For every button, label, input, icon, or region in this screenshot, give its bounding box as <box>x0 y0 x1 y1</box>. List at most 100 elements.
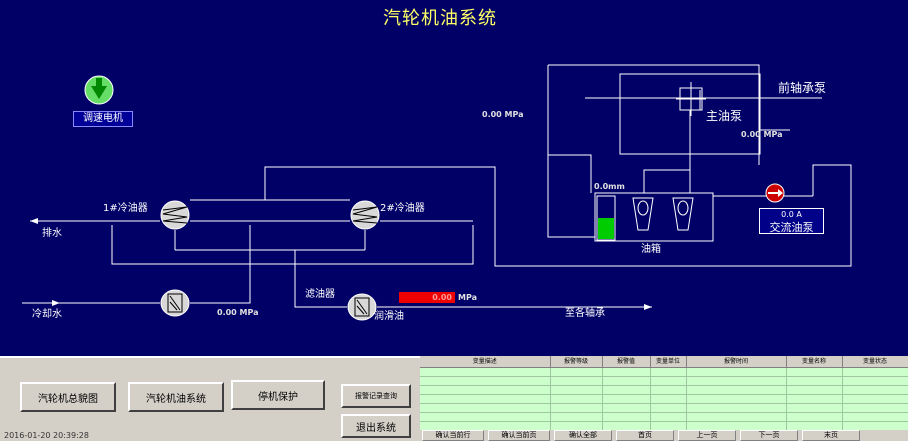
clock: 2016-01-20 20:39:28 <box>4 431 89 440</box>
alarm-column-header[interactable]: 变量描述 <box>420 356 551 368</box>
screen: 汽轮机油系统 调速电机 1#冷油器 2#冷油器 排水 冷却水 滤油器 润滑油 至… <box>0 0 908 441</box>
speed-motor-button[interactable]: 调速电机 <box>73 111 133 127</box>
table-cell <box>786 376 843 386</box>
drain-label: 排水 <box>42 228 62 239</box>
table-cell <box>842 367 908 377</box>
alarm-table: 变量描述 报警等级 报警值 变量单位 报警时间 变量名称 变量状态 <box>420 356 908 441</box>
lube-pressure-box: 0.00 <box>399 292 455 303</box>
alarm-buttons: 确认当前行 确认当前页 确认全部 首页 上一页 下一页 末页 <box>420 430 908 441</box>
drain-arrow-icon <box>30 218 38 224</box>
table-cell <box>550 412 603 422</box>
alarm-button[interactable]: 上一页 <box>678 430 736 441</box>
table-row[interactable] <box>420 367 908 377</box>
table-cell <box>686 403 787 413</box>
oil-filter-icon <box>347 293 377 321</box>
table-cell <box>420 367 551 377</box>
cooling-water-label: 冷却水 <box>32 309 62 320</box>
cooler-1-icon <box>160 200 190 230</box>
front-bearing-pump-label: 前轴承泵 <box>778 81 827 95</box>
alarm-table-body <box>420 367 908 440</box>
alarm-column-header[interactable]: 变量状态 <box>842 356 908 368</box>
to-bearings-label: 至各轴承 <box>565 308 605 319</box>
alarm-column-header[interactable]: 报警时间 <box>686 356 787 368</box>
table-cell <box>842 412 908 422</box>
table-cell <box>420 412 551 422</box>
table-cell <box>550 394 603 404</box>
alarm-column-header[interactable]: 变量单位 <box>650 356 687 368</box>
table-cell <box>786 385 843 395</box>
table-cell <box>420 403 551 413</box>
table-cell <box>602 403 651 413</box>
alarm-button[interactable]: 确认当前页 <box>488 430 550 441</box>
alarm-button[interactable]: 末页 <box>802 430 860 441</box>
alarm-column-header[interactable]: 报警值 <box>602 356 651 368</box>
alarm-table-header: 变量描述 报警等级 报警值 变量单位 报警时间 变量名称 变量状态 <box>420 356 908 368</box>
table-row[interactable] <box>420 385 908 395</box>
table-row[interactable] <box>420 403 908 413</box>
table-cell <box>686 376 787 386</box>
alarm-column-header[interactable]: 报警等级 <box>550 356 603 368</box>
table-row[interactable] <box>420 376 908 386</box>
table-cell <box>786 367 843 377</box>
oil-system-button[interactable]: 汽轮机油系统 <box>128 382 224 412</box>
table-row[interactable] <box>420 412 908 422</box>
table-cell <box>550 403 603 413</box>
tank-level-fill <box>598 218 614 239</box>
table-cell <box>602 412 651 422</box>
alarm-button[interactable]: 首页 <box>616 430 674 441</box>
table-cell <box>550 376 603 386</box>
pressure-cooler-readout: 0.00 MPa <box>217 308 259 317</box>
exit-button[interactable]: 退出系统 <box>341 414 411 438</box>
table-cell <box>686 385 787 395</box>
cooler-2-label: 2#冷油器 <box>380 203 425 214</box>
table-cell <box>786 403 843 413</box>
table-cell <box>842 403 908 413</box>
table-cell <box>602 376 651 386</box>
oil-tank-label: 油箱 <box>641 244 661 255</box>
trip-protection-button[interactable]: 停机保护 <box>231 380 325 410</box>
lube-pressure-unit: MPa <box>458 293 478 302</box>
pressure-top-readout: 0.00 MPa <box>482 110 524 119</box>
oil-system-diagram-area: 汽轮机油系统 调速电机 1#冷油器 2#冷油器 排水 冷却水 滤油器 润滑油 至… <box>0 0 908 356</box>
green-down-arrow-icon <box>84 75 114 105</box>
table-cell <box>650 394 687 404</box>
table-cell <box>650 385 687 395</box>
table-cell <box>602 367 651 377</box>
tank-pump-2-icon <box>672 197 694 231</box>
table-cell <box>842 385 908 395</box>
alarm-button[interactable]: 确认全部 <box>554 430 612 441</box>
table-cell <box>650 376 687 386</box>
alarm-button[interactable]: 确认当前行 <box>422 430 484 441</box>
tank-level-readout: 0.0mm <box>594 182 625 191</box>
table-cell <box>686 367 787 377</box>
navigation-panel: 汽轮机总貌图 汽轮机油系统 停机保护 报警记录查询 退出系统 <box>0 356 420 441</box>
main-oil-pump-label: 主油泵 <box>706 109 743 123</box>
overview-button[interactable]: 汽轮机总貌图 <box>20 382 116 412</box>
table-cell <box>842 394 908 404</box>
cooling-water-valve-icon <box>160 289 190 317</box>
table-cell <box>686 394 787 404</box>
ac-oil-pump-box[interactable]: 0.0 A 交流油泵 <box>759 208 824 234</box>
cooler-1-label: 1#冷油器 <box>103 203 148 214</box>
table-cell <box>602 394 651 404</box>
table-row[interactable] <box>420 394 908 404</box>
alarm-button[interactable]: 下一页 <box>740 430 798 441</box>
table-cell <box>786 412 843 422</box>
cooler-2-icon <box>350 200 380 230</box>
ac-pump-label: 交流油泵 <box>769 221 814 234</box>
table-cell <box>650 403 687 413</box>
table-cell <box>786 394 843 404</box>
lube-oil-label: 润滑油 <box>374 311 404 322</box>
pressure-main-pump-readout: 0.00 MPa <box>741 130 783 139</box>
filter-label: 滤油器 <box>305 289 335 300</box>
alarm-column-header[interactable]: 变量名称 <box>786 356 843 368</box>
table-cell <box>420 385 551 395</box>
table-cell <box>650 412 687 422</box>
table-cell <box>686 412 787 422</box>
table-cell <box>550 385 603 395</box>
inlet-arrow-icon <box>52 300 60 306</box>
red-arrow-icon <box>765 183 785 203</box>
page-title: 汽轮机油系统 <box>383 8 497 29</box>
alarm-query-button[interactable]: 报警记录查询 <box>341 384 411 408</box>
table-cell <box>420 376 551 386</box>
